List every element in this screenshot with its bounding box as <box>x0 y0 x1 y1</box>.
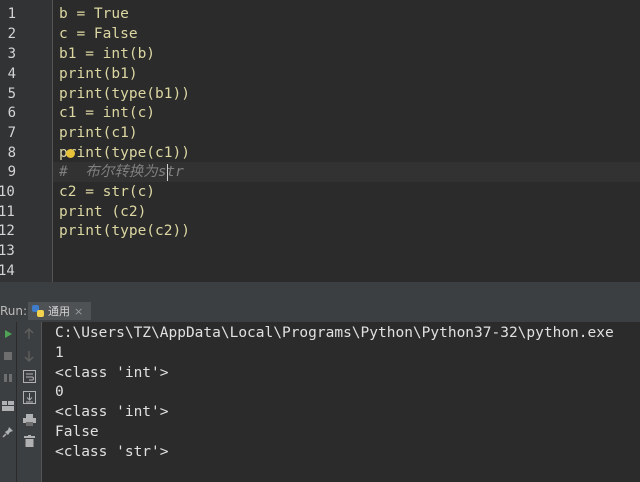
line-number: 9 <box>7 164 16 180</box>
rerun-icon[interactable] <box>0 326 16 342</box>
soft-wrap-icon[interactable] <box>21 368 37 384</box>
line-number: 8 <box>7 145 16 161</box>
console-line: 0 <box>55 384 64 400</box>
scroll-down-icon[interactable] <box>21 348 37 364</box>
line-number: 10 <box>0 184 15 200</box>
console-line: False <box>55 424 99 440</box>
close-icon[interactable]: × <box>74 305 83 318</box>
console-line: C:\Users\TZ\AppData\Local\Programs\Pytho… <box>55 325 614 341</box>
code-line[interactable]: b = True <box>59 4 129 24</box>
console-line: <class 'int'> <box>55 365 169 381</box>
code-line[interactable]: print(type(c2)) <box>59 221 190 241</box>
scroll-up-icon[interactable] <box>21 326 37 342</box>
code-line[interactable]: print (c2) <box>59 202 146 222</box>
run-tab[interactable]: 通用 × <box>28 302 92 320</box>
code-line[interactable]: c = False <box>59 24 138 44</box>
run-panel-header: Run: 通用 × <box>0 300 640 323</box>
run-tab-label: 通用 <box>48 305 70 318</box>
code-line[interactable]: b1 = int(b) <box>59 44 155 64</box>
code-line[interactable]: print(b1) <box>59 64 138 84</box>
stop-icon[interactable] <box>0 348 16 364</box>
line-number: 1 <box>7 6 16 22</box>
pin-icon[interactable] <box>0 424 16 440</box>
code-line-comment[interactable]: # 布尔转换为str <box>59 162 184 182</box>
console-line: 1 <box>55 345 64 361</box>
text-caret <box>167 164 168 181</box>
line-number: 6 <box>7 105 16 121</box>
python-icon <box>32 305 44 317</box>
line-number: 5 <box>7 86 16 102</box>
line-number: 13 <box>0 243 15 259</box>
line-number: 3 <box>7 46 16 62</box>
console-output[interactable]: C:\Users\TZ\AppData\Local\Programs\Pytho… <box>42 322 640 482</box>
console-line: <class 'int'> <box>55 404 169 420</box>
line-number: 14 <box>0 263 15 279</box>
code-line[interactable]: print(c1) <box>59 123 138 143</box>
code-line[interactable]: print(type(c1)) <box>59 143 190 163</box>
line-number: 2 <box>7 26 16 42</box>
code-line[interactable]: c2 = str(c) <box>59 182 155 202</box>
intention-bulb-icon[interactable] <box>66 149 75 158</box>
print-icon[interactable] <box>21 412 37 428</box>
console-line: <class 'str'> <box>55 444 169 460</box>
trash-icon[interactable] <box>21 433 37 449</box>
pause-icon[interactable] <box>0 370 16 386</box>
code-line[interactable]: c1 = int(c) <box>59 103 155 123</box>
scroll-to-end-icon[interactable] <box>21 389 37 405</box>
line-number: 11 <box>0 204 15 220</box>
code-editor[interactable]: 1 2 3 4 5 6 7 8 9 10 11 12 13 14 b = Tru… <box>0 0 640 282</box>
layout-icon[interactable] <box>0 398 16 414</box>
code-line[interactable]: print(type(b1)) <box>59 84 190 104</box>
code-area[interactable]: b = True c = False b1 = int(b) print(b1)… <box>53 0 640 282</box>
run-label: Run: <box>0 304 28 318</box>
line-number-gutter: 1 2 3 4 5 6 7 8 9 10 11 12 13 14 <box>0 0 53 282</box>
run-toolbar <box>0 322 17 482</box>
line-number: 4 <box>7 66 16 82</box>
console-toolbar <box>17 322 42 482</box>
line-number: 12 <box>0 223 15 239</box>
panel-splitter[interactable] <box>0 282 640 300</box>
line-number: 7 <box>7 125 16 141</box>
